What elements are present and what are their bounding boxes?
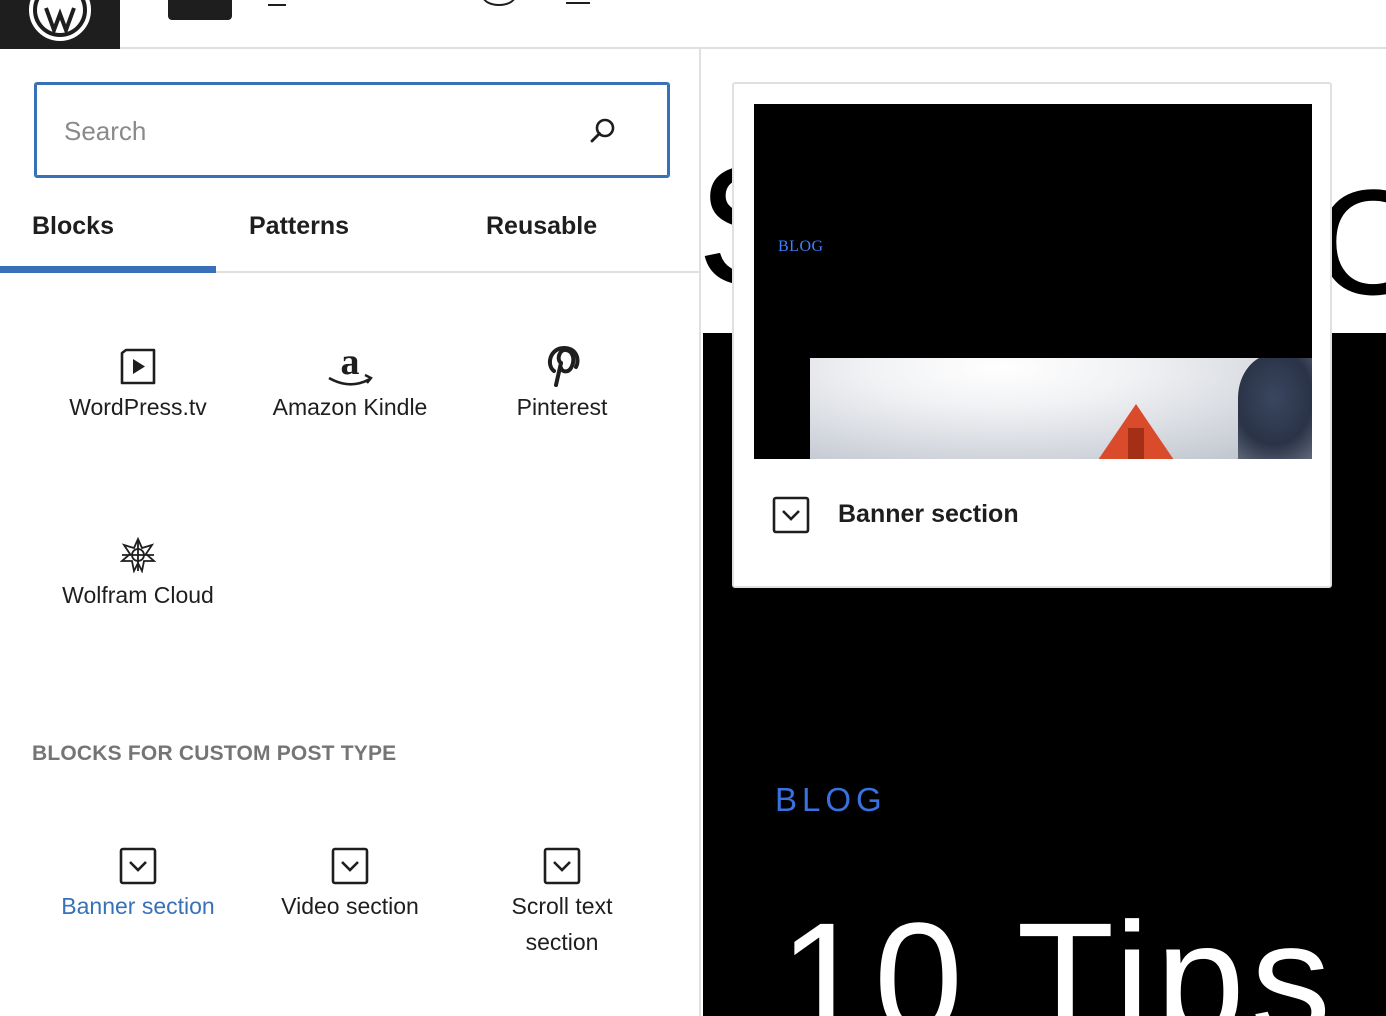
inserter-tabs: Blocks Patterns Reusable [0,194,699,273]
preview-photo [810,358,1312,459]
wolfram-icon [120,537,156,573]
preview-blog-label: BLOG [778,238,824,255]
block-label: Pinterest [516,394,608,420]
person-silhouette [1238,358,1312,459]
inserter-toggle-button[interactable] [168,0,232,20]
chevron-down-box-icon [772,496,810,534]
details-icon[interactable] [482,0,516,6]
svg-text:a: a [341,344,360,383]
block-video-section[interactable]: Video section [244,844,456,924]
banner-headline[interactable]: 10 Tips f [779,899,1386,1016]
block-label: WordPress.tv [69,394,207,420]
tools-icon[interactable] [268,0,286,6]
search-icon[interactable] [588,116,618,146]
amazon-icon: a [328,344,373,386]
block-label: Banner section [61,893,215,919]
block-preview-popover: BLOG Banner section [732,82,1332,588]
block-wordpress-tv[interactable]: WordPress.tv [32,345,244,425]
block-amazon-kindle[interactable]: a Amazon Kindle [244,344,456,425]
preview-image: BLOG [754,104,1312,459]
banner-blog-label[interactable]: BLOG [775,781,887,819]
block-pinterest[interactable]: Pinterest [456,345,668,425]
custom-blocks-heading: BLOCKS FOR CUSTOM POST TYPE [32,742,397,765]
chevron-down-box-icon [119,847,157,885]
preview-title: Banner section [838,500,1019,528]
block-label: Video section [281,893,419,919]
block-label: Amazon Kindle [272,394,428,420]
block-label: Wolfram Cloud [62,582,214,608]
tab-blocks[interactable]: Blocks [32,194,114,273]
tab-reusable[interactable]: Reusable [486,194,597,273]
block-label: Scroll text section [511,893,613,955]
list-view-icon[interactable] [566,0,590,4]
chevron-down-box-icon [543,847,581,885]
block-scroll-text-section[interactable]: Scroll text section [456,844,668,960]
wordpress-logo-icon [29,0,91,41]
active-tab-indicator [0,266,216,273]
block-wolfram-cloud[interactable]: Wolfram Cloud [32,533,244,613]
traffic-cone-shade [1128,428,1144,459]
pinterest-icon [547,345,580,387]
tab-patterns[interactable]: Patterns [249,194,349,273]
chevron-down-box-icon [331,847,369,885]
editor-top-bar [0,0,1386,49]
block-banner-section[interactable]: Banner section [32,844,244,924]
wordpress-logo-button[interactable] [0,0,120,49]
wordpress-tv-icon [120,348,156,385]
block-inserter-panel: Blocks Patterns Reusable WordPress.tv a … [0,49,701,1016]
search-field[interactable] [34,82,670,178]
search-input[interactable] [64,112,564,150]
